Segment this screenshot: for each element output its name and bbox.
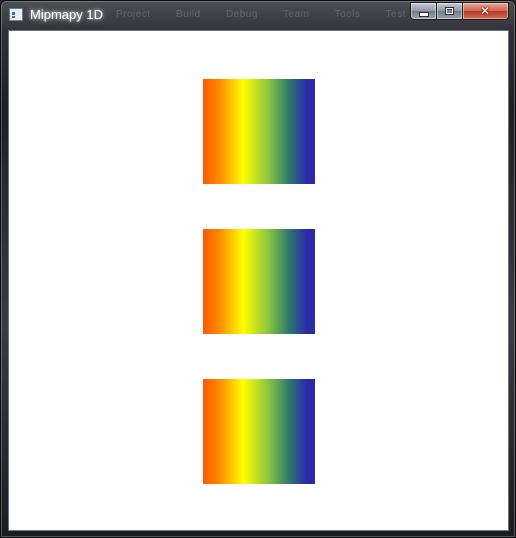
maximize-button[interactable] [437, 2, 463, 20]
app-icon[interactable] [9, 8, 23, 21]
ghost-menu-item: Debug [225, 9, 258, 20]
mipmap-gradient-swatch [203, 379, 315, 484]
close-button[interactable]: ✕ [463, 2, 509, 20]
mipmap-gradient-swatch [203, 229, 315, 334]
ghost-menu-item: Project [116, 9, 151, 20]
window-title: Mipmapy 1D [30, 7, 103, 22]
mipmap-gradient-swatch [203, 79, 315, 184]
ghost-menu-item: Build [175, 9, 201, 20]
maximize-icon [445, 7, 454, 15]
close-icon: ✕ [479, 4, 491, 18]
ghost-menu-item: Team [283, 9, 310, 20]
background-menu-ghost: Project Build Debug Team Tools Test [116, 9, 428, 23]
title-bar[interactable]: Mipmapy 1D Project Build Debug Team Tool… [1, 1, 515, 29]
ghost-menu-item: Tools [334, 9, 361, 20]
minimize-icon [420, 13, 428, 16]
ghost-menu-item: Test [385, 9, 406, 20]
render-canvas[interactable] [8, 30, 509, 531]
app-window: Mipmapy 1D Project Build Debug Team Tool… [0, 0, 516, 538]
window-controls: ✕ [410, 2, 509, 21]
minimize-button[interactable] [410, 2, 437, 20]
